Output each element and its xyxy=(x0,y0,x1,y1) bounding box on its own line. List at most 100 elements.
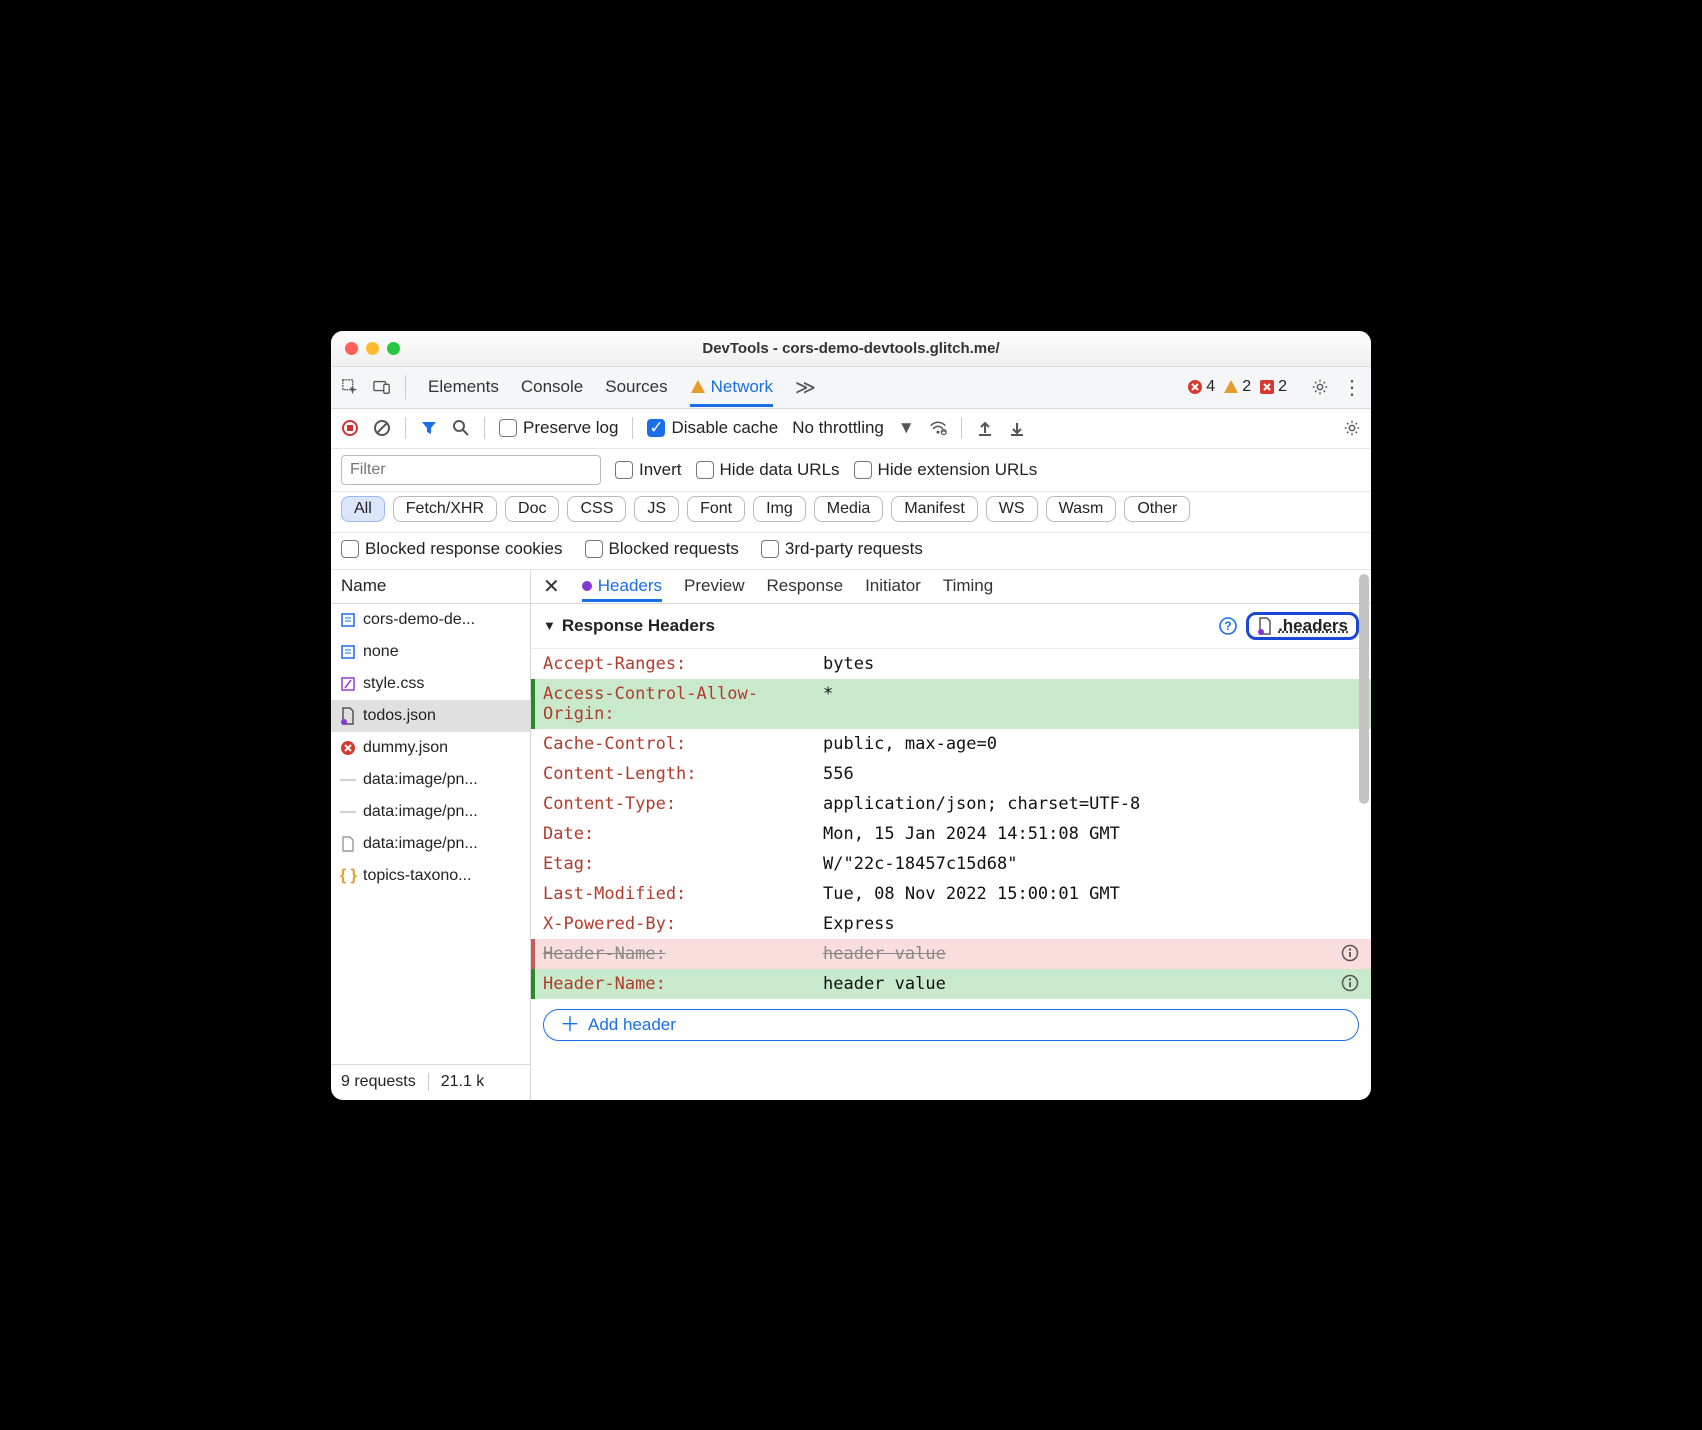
hide-data-urls-checkbox[interactable]: Hide data URLs xyxy=(696,460,840,480)
add-header-button[interactable]: ＋ Add header xyxy=(543,1009,1359,1041)
close-window[interactable] xyxy=(345,342,358,355)
tab-timing[interactable]: Timing xyxy=(943,576,993,596)
request-row[interactable]: style.css xyxy=(331,668,530,700)
header-name: Content-Type: xyxy=(543,794,823,814)
errors-badge[interactable]: 4 xyxy=(1187,378,1215,396)
blocked-requests-checkbox[interactable]: Blocked requests xyxy=(585,539,739,559)
request-row[interactable]: none xyxy=(331,636,530,668)
blocked-cookies-checkbox[interactable]: Blocked response cookies xyxy=(341,539,563,559)
header-value: header value xyxy=(823,944,1341,964)
preserve-log-checkbox[interactable]: Preserve log xyxy=(499,418,618,438)
header-row: Header-Name:header value xyxy=(531,939,1371,969)
info-icon[interactable] xyxy=(1341,974,1359,994)
request-type-icon xyxy=(339,643,357,661)
disable-cache-checkbox[interactable]: ✓Disable cache xyxy=(647,418,778,438)
inspect-icon[interactable] xyxy=(341,378,359,396)
header-row: Content-Length:556 xyxy=(531,759,1371,789)
header-row: Etag:W/"22c-18457c15d68" xyxy=(531,849,1371,879)
filter-pill-other[interactable]: Other xyxy=(1124,496,1190,522)
request-count: 9 requests xyxy=(341,1073,416,1091)
filter-pill-font[interactable]: Font xyxy=(687,496,745,522)
tab-console[interactable]: Console xyxy=(521,375,583,400)
tab-preview[interactable]: Preview xyxy=(684,576,744,596)
main-panel: Name cors-demo-de... none style.csstodos.j… xyxy=(331,570,1371,1100)
zoom-window[interactable] xyxy=(387,342,400,355)
request-row[interactable]: cors-demo-de... xyxy=(331,604,530,636)
request-name: none xyxy=(363,643,399,661)
header-row: X-Powered-By:Express xyxy=(531,909,1371,939)
error-icon xyxy=(1187,379,1203,395)
invert-checkbox[interactable]: Invert xyxy=(615,460,682,480)
warnings-badge[interactable]: 2 xyxy=(1223,378,1251,396)
filter-pill-manifest[interactable]: Manifest xyxy=(891,496,977,522)
wifi-icon[interactable] xyxy=(929,419,947,437)
titlebar: DevTools - cors-demo-devtools.glitch.me/ xyxy=(331,331,1371,367)
tab-initiator[interactable]: Initiator xyxy=(865,576,921,596)
header-row: Accept-Ranges:bytes xyxy=(531,649,1371,679)
filter-pill-all[interactable]: All xyxy=(341,496,385,522)
download-icon[interactable] xyxy=(1008,419,1026,437)
help-icon[interactable]: ? xyxy=(1218,616,1238,636)
tab-sources[interactable]: Sources xyxy=(605,375,667,400)
gear-icon[interactable] xyxy=(1311,378,1329,396)
header-row: Header-Name:header value xyxy=(531,969,1371,999)
header-row: Content-Type:application/json; charset=U… xyxy=(531,789,1371,819)
tab-network[interactable]: Network xyxy=(690,375,773,407)
record-icon[interactable] xyxy=(341,419,359,437)
header-row: Last-Modified:Tue, 08 Nov 2022 15:00:01 … xyxy=(531,879,1371,909)
devtools-window: DevTools - cors-demo-devtools.glitch.me/… xyxy=(331,331,1371,1100)
filter-pill-doc[interactable]: Doc xyxy=(505,496,559,522)
request-row[interactable]: data:image/pn... xyxy=(331,828,530,860)
file-override-icon xyxy=(1257,617,1273,635)
clear-icon[interactable] xyxy=(373,419,391,437)
scrollbar[interactable] xyxy=(1359,574,1369,804)
override-dot-icon xyxy=(582,581,592,591)
svg-text:?: ? xyxy=(1224,619,1231,633)
request-row[interactable]: —data:image/pn... xyxy=(331,764,530,796)
header-name: Access-Control-Allow-Origin: xyxy=(543,684,823,724)
header-name: Last-Modified: xyxy=(543,884,823,904)
filter-pill-fetchxhr[interactable]: Fetch/XHR xyxy=(393,496,497,522)
kebab-icon[interactable]: ⋮ xyxy=(1343,378,1361,396)
extra-filters: Blocked response cookies Blocked request… xyxy=(331,533,1371,570)
header-name: Date: xyxy=(543,824,823,844)
request-type-icon xyxy=(339,707,357,725)
request-list: cors-demo-de... none style.csstodos.jsondu… xyxy=(331,604,530,1064)
name-column-header[interactable]: Name xyxy=(331,570,530,604)
gear-icon[interactable] xyxy=(1343,419,1361,437)
search-icon[interactable] xyxy=(452,419,470,437)
tab-response[interactable]: Response xyxy=(767,576,844,596)
info-icon[interactable] xyxy=(1341,944,1359,964)
filter-input[interactable] xyxy=(341,455,601,485)
third-party-checkbox[interactable]: 3rd-party requests xyxy=(761,539,923,559)
filter-pill-media[interactable]: Media xyxy=(814,496,884,522)
request-type-icon xyxy=(339,835,357,853)
filter-icon[interactable] xyxy=(420,419,438,437)
device-icon[interactable] xyxy=(373,378,391,396)
filter-pill-js[interactable]: JS xyxy=(634,496,679,522)
minimize-window[interactable] xyxy=(366,342,379,355)
hide-extension-urls-checkbox[interactable]: Hide extension URLs xyxy=(854,460,1038,480)
request-row[interactable]: todos.json xyxy=(331,700,530,732)
blocked-badge[interactable]: 2 xyxy=(1259,378,1287,396)
response-headers-section[interactable]: ▼ Response Headers ? .headers xyxy=(531,604,1371,649)
request-row[interactable]: —data:image/pn... xyxy=(331,796,530,828)
main-toolbar: Elements Console Sources Network ≫ 4 2 2… xyxy=(331,367,1371,409)
throttling-select[interactable]: No throttling xyxy=(792,418,884,438)
headers-file-link[interactable]: .headers xyxy=(1246,612,1359,640)
request-list-panel: Name cors-demo-de... none style.csstodos.j… xyxy=(331,570,531,1100)
filter-pill-css[interactable]: CSS xyxy=(567,496,626,522)
filter-pill-wasm[interactable]: Wasm xyxy=(1046,496,1117,522)
filter-pill-ws[interactable]: WS xyxy=(986,496,1038,522)
collapse-icon: ▼ xyxy=(543,618,556,633)
request-row[interactable]: dummy.json xyxy=(331,732,530,764)
header-value: bytes xyxy=(823,654,1359,674)
upload-icon[interactable] xyxy=(976,419,994,437)
filter-pill-img[interactable]: Img xyxy=(753,496,806,522)
request-row[interactable]: { }topics-taxono... xyxy=(331,860,530,892)
close-detail-icon[interactable]: ✕ xyxy=(543,574,560,599)
tab-elements[interactable]: Elements xyxy=(428,375,499,400)
tab-headers[interactable]: Headers xyxy=(582,576,662,602)
more-tabs[interactable]: ≫ xyxy=(795,375,816,400)
chevron-down-icon[interactable]: ▼ xyxy=(898,418,915,438)
